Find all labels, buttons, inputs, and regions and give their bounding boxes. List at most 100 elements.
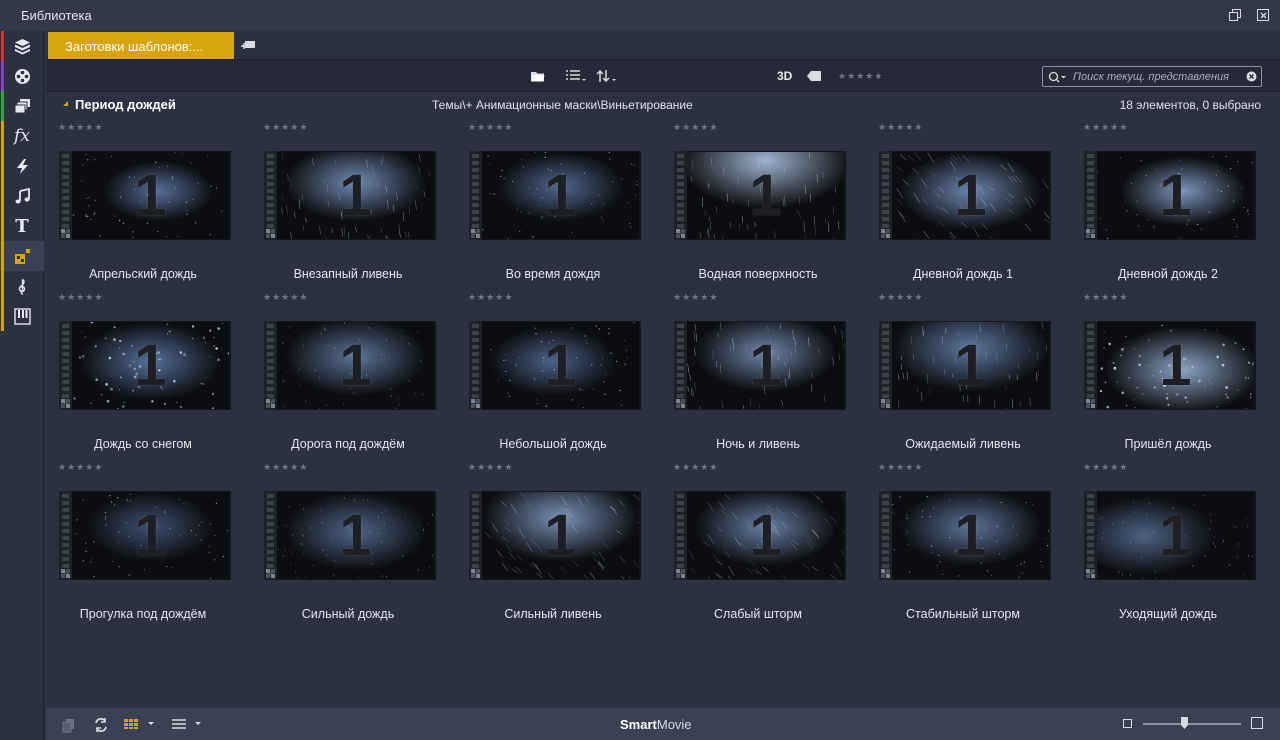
star-icon[interactable]: ★	[468, 123, 476, 132]
star-icon[interactable]: ★	[1092, 463, 1100, 472]
grid-view-icon[interactable]	[123, 718, 157, 730]
rating-stars[interactable]: ★ ★ ★ ★ ★	[1083, 293, 1127, 302]
star-icon[interactable]: ★	[673, 123, 681, 132]
rating-stars[interactable]: ★ ★ ★ ★ ★	[58, 293, 102, 302]
template-tile[interactable]: ★ ★ ★ ★ ★ 1 Дневной дождь 2	[1071, 116, 1261, 286]
folder-icon[interactable]	[530, 68, 546, 84]
sidebar-item-text[interactable]: T	[0, 211, 44, 241]
star-icon[interactable]: ★	[1083, 293, 1091, 302]
rating-stars[interactable]: ★ ★ ★ ★ ★	[878, 123, 922, 132]
star-icon[interactable]: ★	[477, 463, 485, 472]
template-tile[interactable]: ★ ★ ★ ★ ★ 1 Ожидаемый ливень	[866, 286, 1056, 456]
sidebar-item-music-note[interactable]	[0, 181, 44, 211]
star-icon[interactable]: ★	[67, 463, 75, 472]
rating-stars[interactable]: ★ ★ ★ ★ ★	[468, 293, 512, 302]
star-icon[interactable]: ★	[504, 123, 512, 132]
template-tile[interactable]: ★ ★ ★ ★ ★ 1 Ночь и ливень	[661, 286, 851, 456]
star-icon[interactable]: ★	[281, 293, 289, 302]
star-icon[interactable]: ★	[263, 293, 271, 302]
star-icon[interactable]: ★	[263, 123, 271, 132]
star-icon[interactable]: ★	[468, 293, 476, 302]
star-icon[interactable]: ★	[495, 123, 503, 132]
star-icon[interactable]: ★	[67, 293, 75, 302]
template-tile[interactable]: ★ ★ ★ ★ ★ 1 Дневной дождь 1	[866, 116, 1056, 286]
template-thumbnail[interactable]: 1	[469, 491, 641, 580]
star-icon[interactable]: ★	[94, 123, 102, 132]
star-icon[interactable]: ★	[691, 463, 699, 472]
star-icon[interactable]: ★	[495, 463, 503, 472]
star-icon[interactable]: ★	[1101, 293, 1109, 302]
template-tile[interactable]: ★ ★ ★ ★ ★ 1 Стабильный шторм	[866, 456, 1056, 626]
star-icon[interactable]: ★	[905, 463, 913, 472]
star-icon[interactable]: ★	[299, 123, 307, 132]
template-thumbnail[interactable]: 1	[879, 151, 1051, 240]
star-icon[interactable]: ★	[477, 293, 485, 302]
template-tile[interactable]: ★ ★ ★ ★ ★ 1 Апрельский дождь	[46, 116, 236, 286]
menu-icon[interactable]	[171, 718, 205, 730]
template-tile[interactable]: ★ ★ ★ ★ ★ 1 Небольшой дождь	[456, 286, 646, 456]
rating-stars[interactable]: ★ ★ ★ ★ ★	[1083, 123, 1127, 132]
star-icon[interactable]: ★	[76, 123, 84, 132]
star-icon[interactable]: ★	[290, 463, 298, 472]
sidebar-item-fx[interactable]: fx	[0, 121, 44, 151]
star-icon[interactable]: ★	[290, 123, 298, 132]
rating-stars[interactable]: ★ ★ ★ ★ ★	[673, 293, 717, 302]
template-tile[interactable]: ★ ★ ★ ★ ★ 1 Водная поверхность	[661, 116, 851, 286]
star-icon[interactable]: ★	[1083, 123, 1091, 132]
star-icon[interactable]: ★	[1110, 123, 1118, 132]
star-icon[interactable]: ★	[468, 463, 476, 472]
template-thumbnail[interactable]: 1	[469, 321, 641, 410]
template-tile[interactable]: ★ ★ ★ ★ ★ 1 Прогулка под дождём	[46, 456, 236, 626]
sidebar-item-box[interactable]	[0, 31, 44, 61]
star-icon[interactable]: ★	[85, 463, 93, 472]
search-input[interactable]	[1073, 69, 1241, 84]
star-icon[interactable]: ★	[887, 463, 895, 472]
star-icon[interactable]: ★	[700, 293, 708, 302]
star-icon[interactable]: ★	[299, 293, 307, 302]
star-icon[interactable]: ★	[878, 123, 886, 132]
star-icon[interactable]: ★	[58, 293, 66, 302]
star-icon[interactable]: ★	[495, 293, 503, 302]
star-icon[interactable]: ★	[896, 123, 904, 132]
smartmovie-button[interactable]: SmartMovie	[620, 717, 692, 732]
star-icon[interactable]: ★	[1101, 123, 1109, 132]
rating-stars[interactable]: ★ ★ ★ ★ ★	[263, 463, 307, 472]
star-icon[interactable]: ★	[896, 463, 904, 472]
star-icon[interactable]: ★	[76, 293, 84, 302]
star-icon[interactable]: ★	[477, 123, 485, 132]
star-icon[interactable]: ★	[887, 123, 895, 132]
star-icon[interactable]: ★	[58, 463, 66, 472]
star-icon[interactable]: ★	[486, 123, 494, 132]
template-tile[interactable]: ★ ★ ★ ★ ★ 1 Дорога под дождём	[251, 286, 441, 456]
star-icon[interactable]: ★	[1110, 293, 1118, 302]
star-icon[interactable]: ★	[914, 293, 922, 302]
tab-templates[interactable]: Заготовки шаблонов:...	[48, 32, 234, 59]
star-icon[interactable]: ★	[299, 463, 307, 472]
template-thumbnail[interactable]: 1	[59, 151, 231, 240]
template-thumbnail[interactable]: 1	[674, 321, 846, 410]
star-icon[interactable]: ★	[281, 123, 289, 132]
template-tile[interactable]: ★ ★ ★ ★ ★ 1 Пришёл дождь	[1071, 286, 1261, 456]
star-icon[interactable]: ★	[94, 463, 102, 472]
search-box[interactable]	[1042, 66, 1262, 87]
star-icon[interactable]: ★	[878, 463, 886, 472]
star-icon[interactable]: ★	[682, 293, 690, 302]
star-icon[interactable]: ★	[290, 293, 298, 302]
template-thumbnail[interactable]: 1	[264, 321, 436, 410]
template-thumbnail[interactable]: 1	[264, 151, 436, 240]
rating-stars[interactable]: ★ ★ ★ ★ ★	[58, 123, 102, 132]
sidebar-item-templates[interactable]	[0, 241, 44, 271]
rating-stars[interactable]: ★ ★ ★ ★ ★	[878, 293, 922, 302]
star-icon[interactable]: ★	[905, 123, 913, 132]
template-thumbnail[interactable]: 1	[1084, 151, 1256, 240]
rating-stars[interactable]: ★ ★ ★ ★ ★	[263, 293, 307, 302]
list-view-icon[interactable]	[565, 68, 587, 84]
rating-stars[interactable]: ★ ★ ★ ★ ★	[58, 463, 102, 472]
star-icon[interactable]: ★	[1110, 463, 1118, 472]
rating-stars[interactable]: ★ ★ ★ ★ ★	[468, 463, 512, 472]
star-icon[interactable]: ★	[709, 463, 717, 472]
star-icon[interactable]: ★	[1119, 293, 1127, 302]
template-tile[interactable]: ★ ★ ★ ★ ★ 1 Уходящий дождь	[1071, 456, 1261, 626]
close-panel-icon[interactable]	[1256, 8, 1270, 22]
zoom-slider-track[interactable]	[1143, 723, 1241, 725]
